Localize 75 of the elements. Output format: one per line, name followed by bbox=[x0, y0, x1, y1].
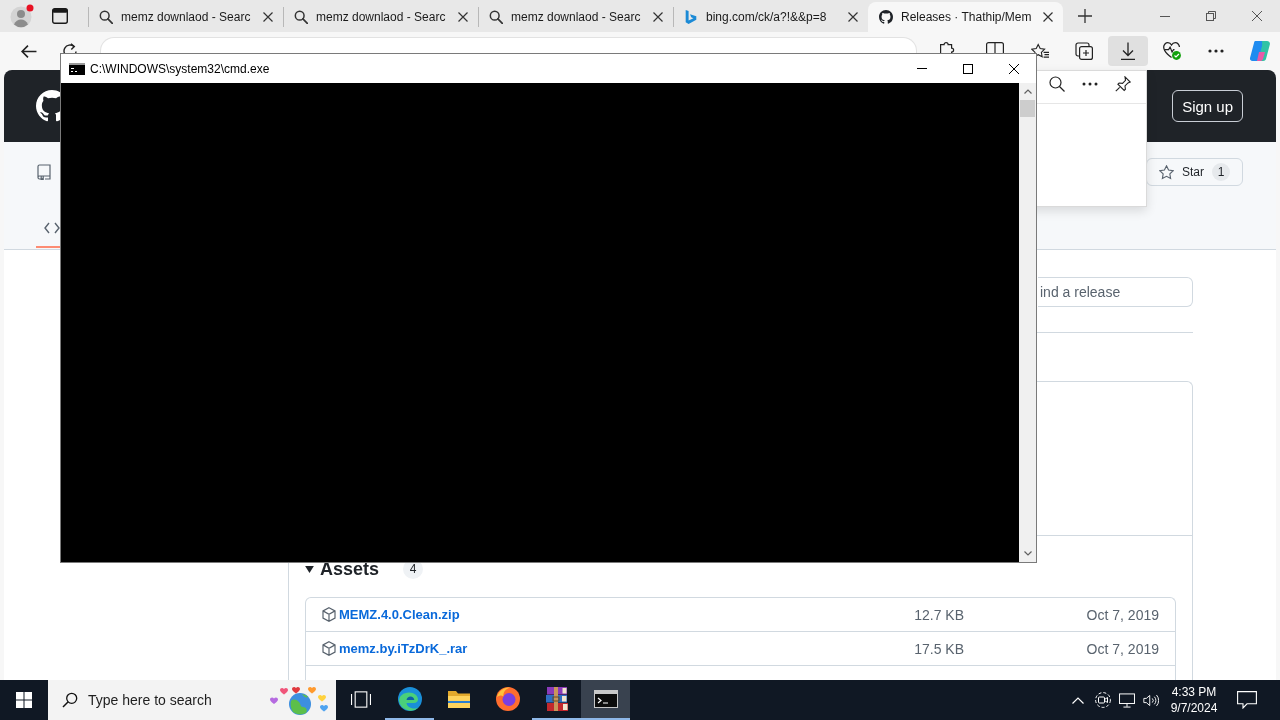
taskbar-button[interactable] bbox=[581, 680, 630, 720]
browser-tab[interactable]: memz downlaod - Searc bbox=[88, 2, 283, 32]
speaker-icon[interactable] bbox=[1143, 692, 1159, 708]
browser-tab[interactable]: memz downlaod - Searc bbox=[478, 2, 673, 32]
address-field[interactable] bbox=[100, 37, 917, 53]
package-icon bbox=[322, 641, 336, 656]
four-panes-icon[interactable] bbox=[16, 692, 32, 708]
clock-time[interactable]: 4:33 PM bbox=[1171, 684, 1217, 700]
speech-bubble-icon[interactable] bbox=[1237, 691, 1257, 709]
close-icon[interactable] bbox=[1008, 63, 1019, 74]
cat-logo-icon bbox=[879, 10, 893, 24]
avatar-icon[interactable] bbox=[10, 4, 34, 28]
terminal-icon bbox=[69, 62, 85, 75]
task-view-icon bbox=[350, 690, 371, 708]
file-date: Oct 7, 2019 bbox=[1085, 640, 1159, 657]
more-icon bbox=[1208, 49, 1224, 53]
monitor-icon[interactable] bbox=[1119, 692, 1135, 708]
star-list-icon bbox=[1031, 42, 1049, 60]
flame-orb-icon bbox=[495, 687, 520, 711]
browser-tab[interactable]: memz downlaod - Searc bbox=[283, 2, 478, 32]
toolbar-button[interactable] bbox=[1108, 36, 1148, 66]
search-bar[interactable]: Type here to search bbox=[48, 680, 336, 720]
books-stack-icon bbox=[544, 687, 569, 711]
wave-logo-icon bbox=[684, 10, 698, 24]
cat-logo-icon[interactable] bbox=[36, 90, 60, 122]
window-title: C:\WINDOWS\system32\cmd.exe bbox=[90, 61, 271, 76]
code-icon bbox=[44, 221, 60, 234]
file-date: Oct 7, 2019 bbox=[1085, 606, 1159, 623]
file-size: 17.5 KB bbox=[913, 640, 964, 657]
chevron-down-icon[interactable] bbox=[1023, 551, 1032, 556]
close-icon[interactable] bbox=[653, 12, 663, 22]
puzzle-icon[interactable] bbox=[940, 42, 955, 53]
close-icon[interactable] bbox=[1043, 12, 1053, 22]
swirl-logo-icon bbox=[397, 687, 422, 711]
clock-date[interactable]: 9/7/2024 bbox=[1170, 700, 1218, 716]
camera-icon[interactable] bbox=[1095, 692, 1111, 708]
ribbon-logo-icon bbox=[1249, 40, 1271, 62]
package-icon bbox=[322, 607, 336, 622]
minimize-icon[interactable] bbox=[1160, 15, 1170, 17]
search-icon bbox=[489, 10, 503, 24]
plus-icon[interactable] bbox=[1078, 9, 1092, 23]
close-icon[interactable] bbox=[263, 12, 273, 22]
split-window-icon[interactable] bbox=[986, 42, 1004, 53]
restore-icon[interactable] bbox=[1206, 11, 1216, 21]
download-icon bbox=[1119, 42, 1137, 60]
close-icon[interactable] bbox=[458, 12, 468, 22]
tab-layout-icon[interactable] bbox=[52, 8, 68, 24]
section-title: Assets bbox=[320, 558, 380, 580]
book-icon bbox=[37, 164, 51, 180]
sign-up-button[interactable]: Sign up bbox=[1172, 90, 1243, 122]
search-icon bbox=[294, 10, 308, 24]
search-icon[interactable] bbox=[1049, 76, 1065, 92]
file-size: 12.7 KB bbox=[913, 606, 964, 623]
search-field[interactable]: Type here to search bbox=[88, 692, 265, 708]
star-button[interactable]: Star 1 bbox=[1146, 158, 1243, 186]
asset-link[interactable]: MEMZ.4.0.Clean.zip bbox=[339, 607, 864, 622]
maximize-icon[interactable] bbox=[963, 63, 973, 74]
collections-icon bbox=[1075, 42, 1093, 60]
browser-tab[interactable]: bing.com/ck/a?!&&p=8 bbox=[673, 2, 868, 32]
caret-icon[interactable] bbox=[305, 565, 314, 573]
back-arrow-icon[interactable] bbox=[19, 43, 37, 59]
terminal-icon bbox=[593, 690, 618, 708]
close-icon[interactable] bbox=[848, 12, 858, 22]
more-icon[interactable] bbox=[1082, 82, 1098, 86]
pin-icon[interactable] bbox=[1115, 76, 1131, 92]
browser-tab[interactable]: Releases · Thathip/Mem bbox=[868, 2, 1063, 32]
star-count: 1 bbox=[1212, 163, 1230, 181]
asset-link[interactable]: memz.by.iTzDrK_.rar bbox=[339, 641, 864, 656]
star-icon bbox=[1159, 164, 1174, 180]
scrollbar-thumb[interactable] bbox=[1020, 100, 1035, 117]
close-icon[interactable] bbox=[1252, 11, 1262, 21]
search-field[interactable]: ind a release bbox=[1038, 277, 1193, 307]
search-icon bbox=[99, 10, 113, 24]
search-icon bbox=[62, 692, 78, 708]
heart-pulse-icon bbox=[1163, 42, 1181, 60]
